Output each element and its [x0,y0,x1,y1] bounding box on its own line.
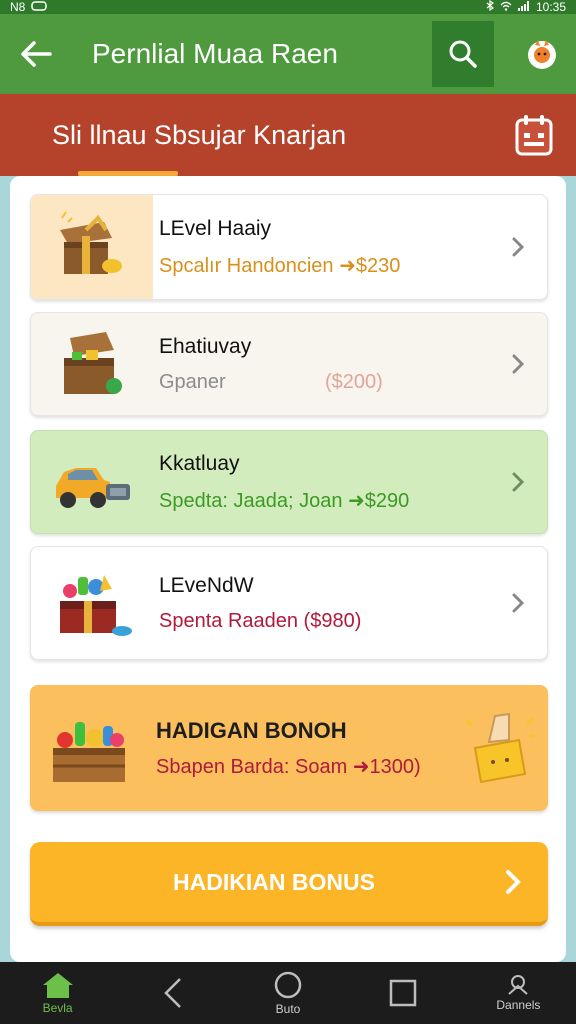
channels-icon [508,975,529,995]
home-circle-icon [274,971,302,999]
toy-car-icon [31,431,153,533]
app-title: Pernlial Muaa Raen [92,38,338,69]
status-time: 10:35 [535,0,566,14]
gift-box-icon [452,710,548,786]
nav-label: Buto [275,1002,301,1016]
bonus-title: HADIGAN BONOH [156,717,347,743]
back-button[interactable] [0,14,72,94]
treasure-chest-icon [31,195,153,299]
reward-card-4[interactable]: LEveNdW Spenta Raaden ($980) [30,546,548,660]
recents-icon [389,979,417,1007]
chest-with-gems-icon [31,313,153,415]
calendar-button[interactable] [492,94,576,176]
arrow-left-icon [21,41,52,67]
reward-name: LEvel Haaiy [159,216,272,240]
wifi-icon [500,0,512,14]
reward-name: LEveNdW [159,573,254,597]
gear-avatar-icon [528,40,556,69]
chevron-right-icon [478,868,548,896]
nav-channels[interactable]: Dannels [461,962,576,1024]
nav-label: Dannels [496,998,541,1012]
status-left-text: N8 [10,0,26,14]
nav-home[interactable]: Bevla [0,962,115,1024]
reward-detail: Spcalır Handoncien ➜$230 [159,254,401,277]
candy-chest-icon [31,547,153,659]
bluetooth-icon [486,0,494,14]
bonus-card[interactable]: HADIGAN BONOH Sbapen Barda: Soam ➜1300) [30,685,548,811]
rewards-panel: LEvel Haaiy Spcalır Handoncien ➜$230 Eha… [10,176,566,962]
reward-name: Ehatiuvay [159,334,252,358]
status-bar: N8 10:35 [0,0,576,14]
app-bar: Pernlial Muaa Raen [0,14,576,94]
reward-name: Kkatluay [159,451,240,475]
nav-back[interactable] [115,962,230,1024]
profile-button[interactable] [508,14,576,94]
calendar-icon [515,115,553,156]
reward-card-1[interactable]: LEvel Haaiy Spcalır Handoncien ➜$230 [30,194,548,300]
nav-label: Bevla [42,1001,73,1015]
claim-bonus-button[interactable]: HADIKIAN BONUS [30,842,548,926]
fruit-crate-icon [30,708,150,788]
reward-detail: Gpaner [159,370,226,393]
reward-card-2[interactable]: Ehatiuvay Gpaner ($200) [30,312,548,416]
nav-recents[interactable] [346,962,461,1024]
reward-card-3[interactable]: Kkatluay Spedta: Jaada; Joan ➜$290 [30,430,548,534]
chevron-right-icon [489,353,547,375]
claim-bonus-label: HADIKIAN BONUS [173,868,375,895]
reward-detail: Spedta: Jaada; Joan ➜$290 [159,489,410,512]
home-icon [42,973,73,998]
search-button[interactable] [432,21,494,87]
chevron-right-icon [489,236,547,258]
signal-icon [517,0,530,14]
system-nav-bar: Bevla Buto Dannels [0,962,576,1024]
nav-center[interactable]: Buto [230,962,345,1024]
reward-price: ($200) [325,370,383,393]
chevron-right-icon [489,592,547,614]
section-title[interactable]: Sli llnau Sbsujar Knarjan [0,120,492,151]
back-icon [164,978,181,1008]
notification-icon [31,0,48,14]
bonus-detail: Sbapen Barda: Soam ➜1300) [156,755,421,778]
reward-detail: Spenta Raaden ($980) [159,609,362,632]
search-icon [449,40,477,68]
chevron-right-icon [489,471,547,493]
section-header: Sli llnau Sbsujar Knarjan [0,94,576,176]
